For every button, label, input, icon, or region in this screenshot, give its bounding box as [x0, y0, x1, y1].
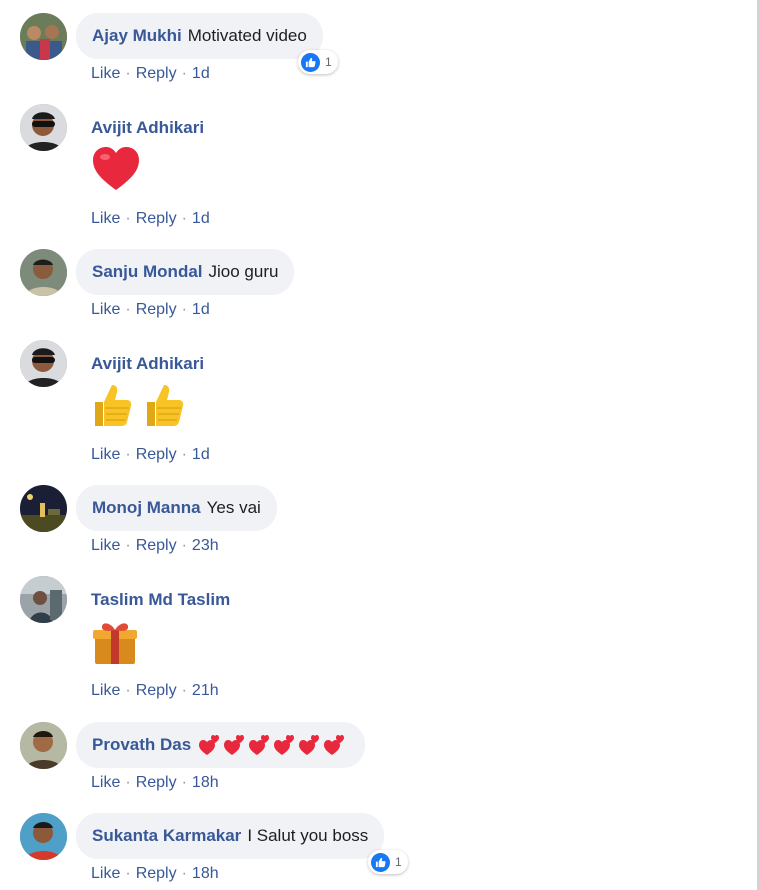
- like-reaction-icon: [371, 852, 390, 872]
- like-link[interactable]: Like: [91, 682, 120, 699]
- like-link[interactable]: Like: [91, 446, 120, 463]
- comment-actions: Like · Reply · 21h: [91, 682, 219, 699]
- comment-timestamp[interactable]: 1d: [192, 446, 210, 463]
- comment-text: Yes vai: [206, 498, 261, 517]
- comment-timestamp[interactable]: 21h: [192, 682, 219, 699]
- reaction-count: 1: [395, 855, 402, 869]
- like-link[interactable]: Like: [91, 65, 120, 82]
- avatar[interactable]: [20, 249, 67, 296]
- reply-link[interactable]: Reply: [136, 774, 177, 791]
- comment-actions: Like · Reply · 18h: [91, 774, 219, 791]
- thumbs-up-icon: [91, 380, 133, 433]
- avatar[interactable]: [20, 485, 67, 532]
- like-reaction-icon: [301, 52, 320, 72]
- comment-actions: Like · Reply · 1d: [91, 210, 210, 227]
- comment-bubble: Sukanta Karmakar I Salut you boss: [76, 813, 385, 859]
- comment-text: I Salut you boss: [247, 826, 369, 845]
- comment-actions: Like · Reply · 18h: [91, 865, 219, 882]
- avatar[interactable]: [20, 104, 67, 151]
- reply-link[interactable]: Reply: [136, 446, 177, 463]
- comment-timestamp[interactable]: 23h: [192, 537, 219, 554]
- red-heart-icon: [91, 146, 141, 197]
- reply-link[interactable]: Reply: [136, 537, 177, 554]
- avatar[interactable]: [20, 340, 67, 387]
- reply-link[interactable]: Reply: [136, 301, 177, 318]
- avatar[interactable]: [20, 722, 67, 769]
- thumbs-up-icon: [143, 380, 185, 433]
- like-link[interactable]: Like: [91, 865, 120, 882]
- comment-bubble: Monoj Manna Yes vai: [76, 485, 277, 531]
- comment-bubble: Ajay Mukhi Motivated video: [76, 13, 323, 59]
- reaction-badge[interactable]: 1: [368, 850, 408, 874]
- comment-author[interactable]: Taslim Md Taslim: [91, 590, 230, 609]
- comment-actions: Like · Reply · 23h: [91, 537, 219, 554]
- gift-icon: [91, 618, 139, 671]
- reaction-badge[interactable]: 1: [298, 50, 338, 74]
- emoji-row: [91, 618, 139, 671]
- avatar[interactable]: [20, 576, 67, 623]
- reply-link[interactable]: Reply: [136, 210, 177, 227]
- comment-actions: Like · Reply · 1d: [91, 301, 210, 318]
- comment-author[interactable]: Provath Das: [92, 735, 191, 755]
- comment-content: Avijit Adhikari: [91, 118, 210, 138]
- comment-timestamp[interactable]: 18h: [192, 774, 219, 791]
- two-hearts-emoji-group: [199, 733, 349, 757]
- comment-author[interactable]: Sukanta Karmakar: [92, 826, 241, 846]
- comment-timestamp[interactable]: 1d: [192, 65, 210, 82]
- comment-text: Motivated video: [187, 26, 307, 45]
- comment-timestamp[interactable]: 1d: [192, 210, 210, 227]
- comment-author[interactable]: Sanju Mondal: [92, 262, 203, 282]
- comment-timestamp[interactable]: 18h: [192, 865, 219, 882]
- comment-author[interactable]: Monoj Manna: [92, 498, 201, 518]
- like-link[interactable]: Like: [91, 537, 120, 554]
- comment-timestamp[interactable]: 1d: [192, 301, 210, 318]
- avatar[interactable]: [20, 813, 67, 860]
- emoji-row: [91, 380, 185, 433]
- comment-content: Taslim Md Taslim: [91, 590, 236, 610]
- comment-author[interactable]: Ajay Mukhi: [92, 26, 182, 46]
- reply-link[interactable]: Reply: [136, 865, 177, 882]
- comment-actions: Like · Reply · 1d: [91, 65, 210, 82]
- comment-bubble: Sanju Mondal Jioo guru: [76, 249, 295, 295]
- like-link[interactable]: Like: [91, 210, 120, 227]
- avatar[interactable]: [20, 13, 67, 60]
- reply-link[interactable]: Reply: [136, 65, 177, 82]
- reaction-count: 1: [325, 55, 332, 69]
- emoji-row: [91, 146, 141, 197]
- comment-text: Jioo guru: [208, 262, 279, 281]
- comment-bubble: Provath Das: [76, 722, 366, 768]
- like-link[interactable]: Like: [91, 774, 120, 791]
- like-link[interactable]: Like: [91, 301, 120, 318]
- comment-author[interactable]: Avijit Adhikari: [91, 354, 204, 373]
- comment-content: Avijit Adhikari: [91, 354, 210, 374]
- comment-actions: Like · Reply · 1d: [91, 446, 210, 463]
- comment-author[interactable]: Avijit Adhikari: [91, 118, 204, 137]
- reply-link[interactable]: Reply: [136, 682, 177, 699]
